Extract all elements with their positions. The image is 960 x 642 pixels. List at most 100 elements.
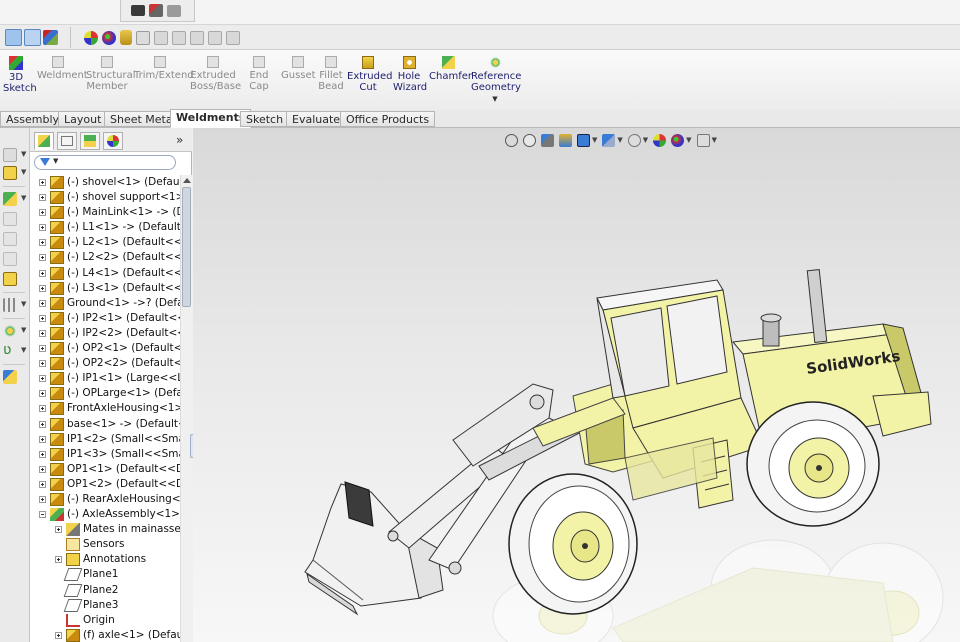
feature-tree-tab[interactable]: [34, 132, 54, 150]
print-icon[interactable]: [167, 4, 181, 17]
appearance-icon[interactable]: [84, 30, 98, 45]
expand-icon[interactable]: [39, 239, 46, 247]
tree-row[interactable]: (-) shovel support<1> ->: [30, 190, 180, 205]
tree-row[interactable]: Sensors: [30, 537, 180, 552]
graphics-area[interactable]: ▼ ▼ ▼ ▼ ▼ SolidWorks: [193, 128, 960, 642]
display-states-icon[interactable]: [120, 30, 132, 45]
tree-row[interactable]: (-) shovel<1> (Default<<: [30, 175, 180, 190]
extruded-cut-button[interactable]: Extruded Cut: [347, 56, 392, 93]
tree-row[interactable]: (-) OPLarge<1> (Default: [30, 386, 180, 401]
expand-icon[interactable]: [39, 465, 46, 473]
expand-icon[interactable]: [39, 435, 46, 443]
section-icon[interactable]: [24, 29, 41, 46]
view-icon[interactable]: [136, 30, 150, 45]
property-manager-tab[interactable]: [57, 132, 77, 150]
display-manager-tab[interactable]: [103, 132, 123, 150]
tree-row[interactable]: Mates in mainassemb: [30, 522, 180, 537]
chevron-down-icon[interactable]: ▼: [21, 194, 26, 202]
expand-panel-icon[interactable]: »: [176, 133, 183, 147]
configuration-manager-tab[interactable]: [80, 132, 100, 150]
filter-input[interactable]: ▼: [34, 155, 176, 170]
expand-icon[interactable]: [39, 299, 46, 307]
expand-icon[interactable]: [39, 224, 46, 232]
reference-geometry-icon[interactable]: [3, 324, 17, 338]
component-icon[interactable]: [172, 30, 186, 45]
curves-icon[interactable]: ʋ: [3, 343, 17, 358]
tree-row[interactable]: Origin: [30, 613, 180, 628]
expand-icon[interactable]: [39, 360, 46, 368]
tree-row[interactable]: (-) IP2<2> (Default<<De: [30, 326, 180, 341]
fillet-bead-button[interactable]: Fillet Bead: [317, 56, 345, 92]
scrollbar[interactable]: [180, 175, 192, 642]
tree-row[interactable]: Plane1: [30, 567, 180, 582]
expand-icon[interactable]: [39, 450, 46, 458]
tree-row[interactable]: FrontAxleHousing<1>->: [30, 401, 180, 416]
expand-icon[interactable]: [39, 314, 46, 322]
expand-icon[interactable]: [39, 495, 46, 503]
tree-row[interactable]: (f) axle<1> (Default<: [30, 628, 180, 642]
gusset-button[interactable]: Gusset: [281, 56, 316, 81]
hole-wizard-button[interactable]: Hole Wizard: [393, 56, 427, 93]
expand-icon[interactable]: [39, 345, 46, 353]
reference-geometry-button[interactable]: Reference Geometry ▼: [471, 56, 521, 105]
tree-row[interactable]: (-) L4<1> (Default<<Def: [30, 266, 180, 281]
structural-member-button[interactable]: Structural Member: [86, 56, 136, 92]
tree-row[interactable]: (-) RearAxleHousing<1>: [30, 492, 180, 507]
tree-row[interactable]: (-) L3<1> (Default<<Def: [30, 281, 180, 296]
tree-row[interactable]: IP1<2> (Small<<Small_: [30, 432, 180, 447]
tree-row[interactable]: OP1<1> (Default<<Defa: [30, 462, 180, 477]
tab-layout[interactable]: Layout: [58, 111, 108, 127]
tree-row[interactable]: (-) IP1<1> (Large<<Larg: [30, 371, 180, 386]
end-cap-button[interactable]: End Cap: [240, 56, 278, 92]
tree-row[interactable]: Annotations: [30, 552, 180, 567]
expand-icon[interactable]: [39, 329, 46, 337]
tree-row[interactable]: (-) AxleAssembly<1> (De: [30, 507, 180, 522]
tree-row[interactable]: (-) MainLink<1> -> (Defa: [30, 205, 180, 220]
tab-office-products[interactable]: Office Products: [340, 111, 436, 127]
tree-row[interactable]: (-) OP2<1> (Default<<D: [30, 341, 180, 356]
chevron-down-icon[interactable]: ▼: [21, 150, 26, 158]
expand-icon[interactable]: [39, 480, 46, 488]
tree-row[interactable]: (-) L1<1> -> (Default<<D: [30, 220, 180, 235]
tree-row[interactable]: OP1<2> (Default<<Defa: [30, 477, 180, 492]
expand-icon[interactable]: [39, 284, 46, 292]
explode-icon[interactable]: [43, 30, 58, 45]
chevron-down-icon[interactable]: ▼: [21, 168, 26, 176]
tree-row[interactable]: (-) OP2<2> (Default<<D: [30, 356, 180, 371]
expand-icon[interactable]: [39, 179, 46, 186]
expand-icon[interactable]: [39, 405, 46, 413]
trim-extend-button[interactable]: Trim/Extend: [134, 56, 194, 81]
component-icon[interactable]: [3, 148, 17, 162]
expand-icon[interactable]: [39, 390, 46, 398]
part-icon[interactable]: [3, 166, 17, 180]
rotate-icon[interactable]: [3, 232, 17, 246]
chevron-down-icon[interactable]: ▼: [21, 326, 26, 334]
tree-row[interactable]: IP1<3> (Small<<Small_: [30, 447, 180, 462]
scroll-up-icon[interactable]: [183, 178, 191, 183]
chevron-down-icon[interactable]: ▼: [21, 300, 26, 308]
weldment-button[interactable]: Weldment: [37, 56, 88, 81]
camera-icon[interactable]: [131, 5, 145, 16]
chevron-down-icon[interactable]: ▼: [21, 346, 26, 354]
component-icon[interactable]: [190, 30, 204, 45]
tree-row[interactable]: Ground<1> ->? (Default<: [30, 296, 180, 311]
move-icon[interactable]: [3, 212, 17, 226]
component-icon[interactable]: [226, 30, 240, 45]
expand-icon[interactable]: [55, 526, 62, 534]
expand-icon[interactable]: [39, 375, 46, 383]
instant-3d-icon[interactable]: [3, 370, 17, 384]
expand-icon[interactable]: [39, 209, 46, 217]
tree-row[interactable]: Plane2: [30, 583, 180, 598]
assembly-feature-icon[interactable]: [3, 272, 17, 286]
tree-row[interactable]: Plane3: [30, 598, 180, 613]
3d-view-icon[interactable]: [5, 29, 22, 46]
tab-assembly[interactable]: Assembly: [0, 111, 66, 127]
expand-icon[interactable]: [39, 420, 46, 428]
smart-fasteners-icon[interactable]: [3, 252, 17, 266]
extruded-boss-button[interactable]: Extruded Boss/Base: [190, 56, 241, 92]
component-icon[interactable]: [154, 30, 168, 45]
tree-row[interactable]: (-) L2<1> (Default<<Def: [30, 235, 180, 250]
collapse-icon[interactable]: [39, 511, 46, 519]
3d-sketch-button[interactable]: 3D Sketch: [3, 56, 37, 94]
render-icon[interactable]: [149, 4, 163, 17]
